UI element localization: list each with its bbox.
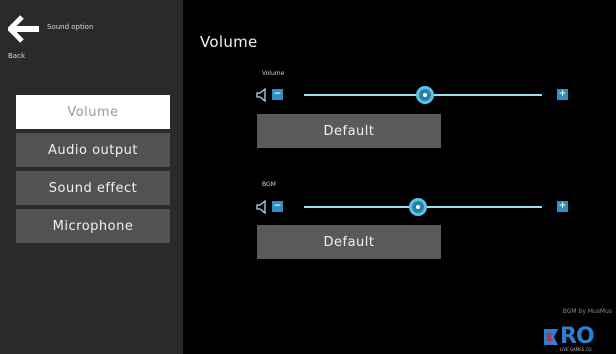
back-label: Back bbox=[8, 52, 25, 60]
volume-increase-button[interactable]: + bbox=[557, 89, 568, 100]
bgm-decrease-button[interactable]: − bbox=[272, 201, 283, 212]
menu-item-volume[interactable]: Volume bbox=[16, 95, 170, 129]
volume-slider-knob[interactable] bbox=[416, 86, 435, 104]
settings-menu: Volume Audio output Sound effect Microph… bbox=[16, 95, 170, 247]
bgm-label: BGM bbox=[262, 181, 276, 188]
logo-mark-icon bbox=[544, 329, 558, 345]
volume-label: Volume bbox=[262, 70, 285, 77]
screen-title: Sound option bbox=[47, 23, 94, 31]
menu-item-microphone[interactable]: Microphone bbox=[16, 209, 170, 243]
volume-default-button[interactable]: Default bbox=[257, 114, 441, 148]
bgm-credit: BGM by MusMus bbox=[562, 308, 612, 315]
sidebar: Back Sound option Volume Audio output So… bbox=[0, 0, 183, 354]
bgm-increase-button[interactable]: + bbox=[557, 201, 568, 212]
menu-item-audio-output[interactable]: Audio output bbox=[16, 133, 170, 167]
bgm-default-button[interactable]: Default bbox=[257, 225, 441, 259]
back-arrow-icon bbox=[8, 15, 39, 43]
volume-decrease-button[interactable]: − bbox=[272, 89, 283, 100]
main-panel: Volume Volume − + Default BGM − + Defaul… bbox=[183, 0, 616, 354]
brand-logo: RO LIVE GAMES CO. bbox=[542, 324, 616, 352]
menu-item-sound-effect[interactable]: Sound effect bbox=[16, 171, 170, 205]
logo-text: RO bbox=[560, 324, 595, 349]
speaker-icon bbox=[256, 88, 266, 102]
back-button[interactable]: Back bbox=[8, 14, 48, 62]
speaker-icon bbox=[256, 200, 266, 214]
logo-subtitle: LIVE GAMES CO. bbox=[560, 347, 593, 352]
page-title: Volume bbox=[200, 33, 258, 51]
bgm-slider-knob[interactable] bbox=[409, 198, 428, 216]
